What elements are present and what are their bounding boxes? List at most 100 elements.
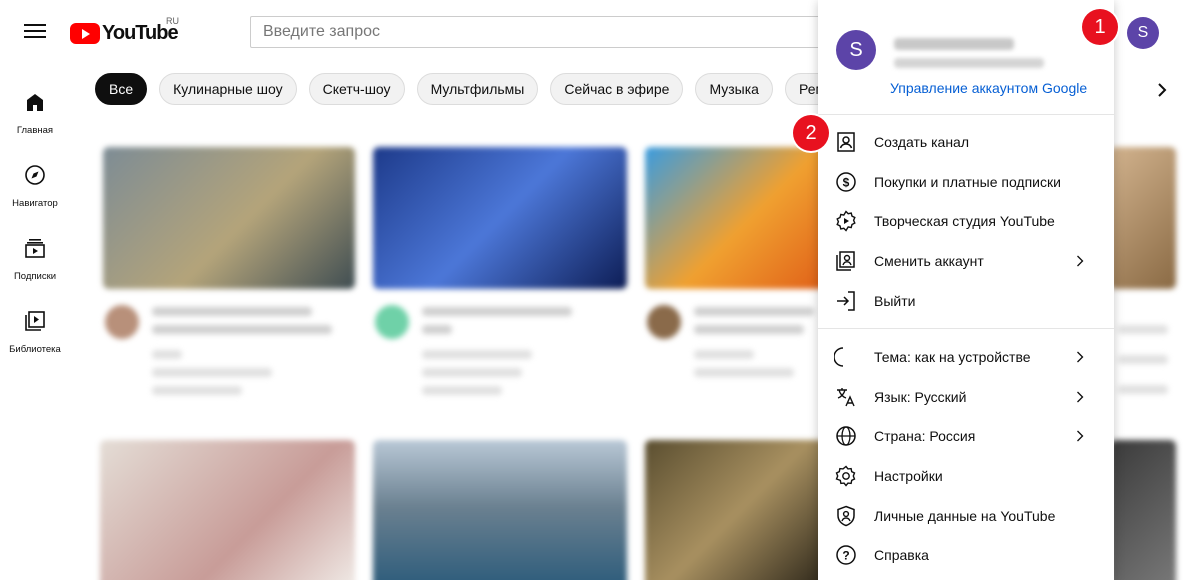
create-channel-icon (837, 132, 855, 152)
video-title-placeholder (152, 325, 332, 334)
video-meta-placeholder (694, 350, 754, 359)
chip-sketch-shows[interactable]: Скетч-шоу (308, 73, 405, 105)
channel-avatar[interactable] (647, 305, 681, 339)
menu-item-studio[interactable]: Творческая студия YouTube (818, 201, 1114, 241)
annotation-badge-2: 2 (793, 115, 829, 151)
chip-music[interactable]: Музыка (695, 73, 773, 105)
menu-item-your-data[interactable]: Личные данные на YouTube (818, 496, 1114, 536)
sidebar-item-home[interactable]: Главная (0, 72, 70, 142)
video-thumbnail[interactable] (645, 440, 825, 580)
sidebar-item-label: Библиотека (9, 344, 61, 355)
youtube-logo[interactable]: YouTube RU (70, 16, 179, 46)
sidebar-item-label: Навигатор (12, 198, 58, 209)
chevron-right-icon (1077, 391, 1084, 403)
menu-item-label: Личные данные на YouTube (874, 508, 1056, 524)
logo-region: RU (166, 16, 179, 26)
video-title-placeholder (694, 307, 814, 316)
video-thumbnail[interactable] (1110, 440, 1176, 580)
sidebar-item-explore[interactable]: Навигатор (0, 145, 70, 215)
menu-item-label: Страна: Россия (874, 428, 976, 444)
menu-item-label: Язык: Русский (874, 389, 967, 405)
menu-item-label: Создать канал (874, 134, 969, 150)
menu-item-label: Настройки (874, 468, 943, 484)
menu-item-purchases[interactable]: $ Покупки и платные подписки (818, 162, 1114, 202)
sidebar-item-library[interactable]: Библиотека (0, 291, 70, 361)
compass-icon (25, 165, 45, 185)
menu-item-sign-out[interactable]: Выйти (818, 281, 1114, 321)
menu-item-language[interactable]: Язык: Русский (818, 377, 1114, 417)
moon-icon (834, 347, 844, 367)
video-meta-placeholder (1118, 325, 1168, 334)
subscriptions-icon (25, 239, 45, 258)
svg-text:$: $ (843, 176, 850, 190)
video-thumbnail[interactable] (1110, 147, 1176, 289)
menu-item-switch-account[interactable]: Сменить аккаунт (818, 241, 1114, 281)
annotation-badge-1: 1 (1082, 9, 1118, 45)
studio-icon (836, 210, 856, 232)
menu-item-country[interactable]: Страна: Россия (818, 416, 1114, 456)
library-icon (25, 311, 45, 331)
video-title-placeholder (152, 307, 312, 316)
video-thumbnail[interactable] (645, 147, 825, 289)
video-title-placeholder (422, 307, 572, 316)
category-chips: Все Кулинарные шоу Скетч-шоу Мультфильмы… (95, 73, 840, 105)
video-meta-placeholder (694, 368, 794, 377)
menu-item-label: Покупки и платные подписки (874, 174, 1061, 190)
video-meta-placeholder (1118, 355, 1168, 364)
chevron-right-icon (1077, 351, 1084, 363)
chevron-right-icon[interactable] (1150, 78, 1174, 102)
video-meta-placeholder (152, 386, 242, 395)
dollar-icon: $ (836, 172, 856, 192)
menu-item-label: Тема: как на устройстве (874, 349, 1031, 365)
menu-icon[interactable] (22, 20, 48, 42)
manage-account-link[interactable]: Управление аккаунтом Google (890, 80, 1087, 96)
video-meta-placeholder (422, 386, 502, 395)
account-menu: S Управление аккаунтом Google Создать ка… (818, 0, 1114, 580)
sign-out-icon (837, 291, 855, 311)
video-meta-placeholder (152, 368, 272, 377)
account-name-redacted (894, 38, 1014, 50)
search-input[interactable] (250, 16, 825, 48)
channel-avatar[interactable] (105, 305, 139, 339)
account-avatar: S (836, 30, 876, 70)
chip-cartoons[interactable]: Мультфильмы (416, 73, 539, 105)
menu-item-help[interactable]: ? Справка (818, 535, 1114, 575)
menu-item-create-channel[interactable]: Создать канал (818, 122, 1114, 162)
menu-item-label: Выйти (874, 293, 916, 309)
menu-item-label: Сменить аккаунт (874, 253, 984, 269)
sidebar-item-subscriptions[interactable]: Подписки (0, 218, 70, 288)
video-thumbnail[interactable] (373, 147, 627, 289)
video-thumbnail[interactable] (373, 440, 627, 580)
menu-item-label: Справка (874, 547, 929, 563)
video-thumbnail[interactable] (100, 440, 355, 580)
menu-item-theme[interactable]: Тема: как на устройстве (818, 337, 1114, 377)
video-meta-placeholder (422, 368, 522, 377)
account-avatar-button[interactable]: S (1127, 17, 1159, 49)
chip-cooking-shows[interactable]: Кулинарные шоу (159, 73, 297, 105)
sidebar: Главная Навигатор Подписки Библиотека (0, 62, 70, 580)
sidebar-item-label: Подписки (13, 271, 57, 282)
channel-avatar[interactable] (375, 305, 409, 339)
gear-icon (835, 465, 856, 487)
video-meta-placeholder (1118, 385, 1168, 394)
shield-person-icon (837, 505, 855, 527)
switch-account-icon (836, 251, 855, 271)
account-email-redacted (894, 58, 1044, 68)
video-title-placeholder (694, 325, 804, 334)
sidebar-item-label: Главная (16, 125, 54, 136)
globe-icon (836, 426, 856, 446)
home-icon (27, 94, 43, 111)
video-meta-placeholder (422, 350, 532, 359)
menu-item-label: Творческая студия YouTube (874, 213, 1055, 229)
translate-icon (837, 388, 855, 407)
video-meta-placeholder (152, 350, 182, 359)
menu-divider (818, 328, 1114, 329)
help-icon: ? (836, 545, 856, 565)
svg-text:?: ? (842, 549, 849, 563)
video-thumbnail[interactable] (103, 147, 355, 289)
chevron-right-icon (1077, 255, 1084, 267)
chevron-right-icon (1077, 430, 1084, 442)
menu-item-settings[interactable]: Настройки (818, 456, 1114, 496)
chip-live[interactable]: Сейчас в эфире (550, 73, 684, 105)
chip-all[interactable]: Все (95, 73, 148, 105)
